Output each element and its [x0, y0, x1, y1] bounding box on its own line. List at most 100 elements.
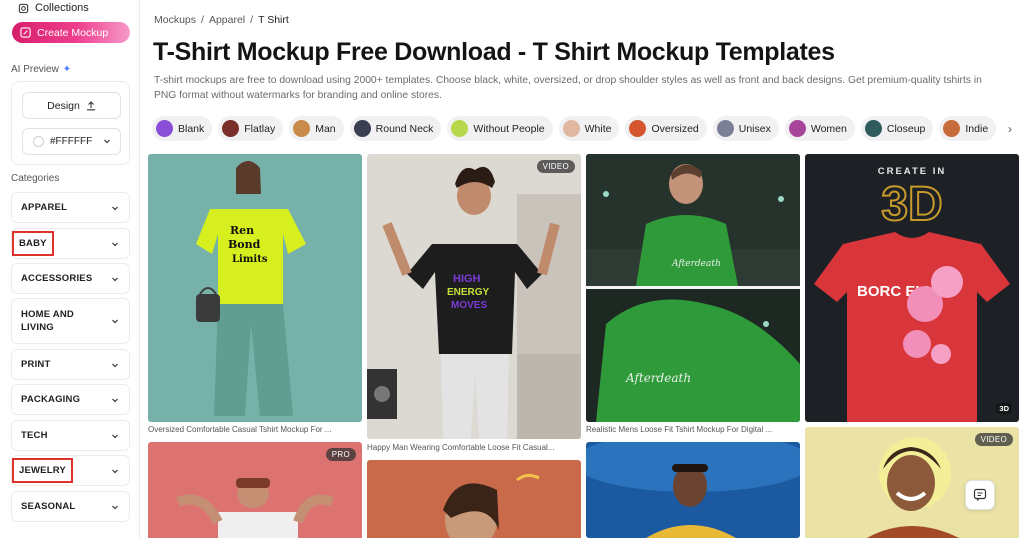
- category-label: APPAREL: [21, 202, 68, 213]
- chip-label: Closeup: [886, 122, 926, 135]
- mockup-image: CREATE IN 3D BORC ELLE: [805, 154, 1019, 422]
- chip-thumbnail: [156, 120, 173, 137]
- chip-thumbnail: [293, 120, 311, 137]
- collections-label: Collections: [35, 2, 89, 14]
- chip-women[interactable]: Women: [784, 116, 855, 141]
- chip-thumbnail: [562, 120, 580, 137]
- mockup-grid: Ren Bond Limits Oversized Comfortable Ca…: [148, 154, 1024, 538]
- filter-chips: Blank Flatlay Man Round Neck Without People W…: [152, 116, 998, 141]
- mockup-image: Afterdeath Afterdeath: [586, 154, 800, 422]
- category-item-tech[interactable]: TECH: [11, 420, 130, 451]
- chip-label: Blank: [178, 122, 205, 135]
- mockup-card[interactable]: Ren Bond Limits Oversized Comfortable Ca…: [148, 154, 362, 438]
- create-mockup-button[interactable]: Create Mockup: [12, 22, 130, 43]
- sidebar: Collections Create Mockup AI Preview ✦ D…: [0, 0, 140, 538]
- 3d-badge: 3D: [996, 403, 1012, 414]
- chip-oversized[interactable]: Oversized: [625, 116, 707, 141]
- chip-thumbnail: [788, 120, 806, 137]
- chip-closeup[interactable]: Closeup: [860, 116, 934, 141]
- mockup-card[interactable]: CREATE IN 3D BORC ELLE 3D: [805, 154, 1019, 422]
- ai-preview-heading: AI Preview ✦: [11, 64, 71, 75]
- category-label: BABY: [12, 231, 54, 256]
- chip-label: White: [584, 122, 612, 135]
- chip-label: Without People: [473, 122, 545, 135]
- video-badge: VIDEO: [974, 433, 1013, 446]
- chip-round-neck[interactable]: Round Neck: [349, 116, 442, 141]
- category-label: SEASONAL: [21, 501, 76, 512]
- category-item-home-and-living[interactable]: HOME AND LIVING: [11, 298, 130, 344]
- mockup-image: HIGH ENERGY MOVES: [367, 154, 581, 439]
- chevron-down-icon: [112, 398, 118, 402]
- breadcrumb-apparel[interactable]: Apparel: [209, 14, 245, 26]
- ai-preview-label: AI Preview: [11, 64, 59, 75]
- category-item-seasonal[interactable]: SEASONAL: [11, 491, 130, 522]
- category-item-baby[interactable]: BABY: [11, 228, 130, 259]
- mockup-card[interactable]: HIGH ENERGY MOVES VIDEO Happy Man Wearin…: [367, 154, 581, 456]
- chevron-right-icon[interactable]: ›: [1008, 122, 1012, 136]
- chip-thumbnail: [451, 120, 469, 137]
- mockup-caption: Oversized Comfortable Casual Tshirt Mock…: [148, 425, 332, 434]
- design-label: Design: [47, 99, 80, 112]
- collections-link[interactable]: Collections: [18, 0, 89, 16]
- design-upload-button[interactable]: Design: [22, 92, 121, 119]
- chip-label: Flatlay: [244, 122, 276, 135]
- category-label: PRINT: [21, 359, 51, 370]
- categories-title: Categories: [11, 173, 60, 184]
- upload-icon: [86, 100, 95, 110]
- chevron-down-icon: [112, 434, 118, 438]
- chip-label: Women: [810, 122, 847, 135]
- chip-label: Round Neck: [375, 122, 434, 135]
- chevron-down-icon: [112, 469, 118, 473]
- category-label: TECH: [21, 430, 48, 441]
- svg-text:ENERGY: ENERGY: [447, 287, 490, 298]
- category-item-print[interactable]: PRINT: [11, 349, 130, 380]
- chip-label: Oversized: [651, 122, 699, 135]
- svg-text:Afterdeath: Afterdeath: [625, 371, 691, 385]
- chip-white[interactable]: White: [558, 116, 620, 141]
- mockup-caption: Realistic Mens Loose Fit Tshirt Mockup F…: [586, 425, 773, 434]
- category-item-jewelry[interactable]: JEWELRY: [11, 455, 130, 486]
- chip-flatlay[interactable]: Flatlay: [218, 116, 284, 141]
- main-content: Mockups / Apparel / T Shirt T-Shirt Mock…: [148, 0, 1024, 538]
- category-label: HOME AND LIVING: [21, 309, 74, 333]
- breadcrumb-separator: /: [250, 14, 254, 26]
- big-3d-text: 3D: [881, 178, 942, 231]
- chip-label: Unisex: [738, 122, 771, 135]
- chip-thumbnail: [716, 120, 734, 137]
- mockup-card[interactable]: PRO: [148, 442, 362, 538]
- mockup-card[interactable]: Afterdeath Afterdeath Realistic Mens Loo…: [586, 154, 800, 438]
- mockup-image: Ren Bond Limits: [148, 154, 362, 422]
- svg-text:Afterdeath: Afterdeath: [671, 259, 721, 269]
- mockup-card[interactable]: [367, 460, 581, 538]
- chip-thumbnail: [943, 120, 961, 137]
- chip-without-people[interactable]: Without People: [447, 116, 553, 141]
- mockup-card[interactable]: [586, 442, 800, 538]
- chip-label: Indie: [965, 122, 989, 135]
- category-item-apparel[interactable]: APPAREL: [11, 192, 130, 223]
- category-item-accessories[interactable]: ACCESSORIES: [11, 263, 130, 294]
- edit-icon: [20, 27, 31, 38]
- chevron-down-icon: [112, 206, 118, 210]
- chip-unisex[interactable]: Unisex: [712, 116, 779, 141]
- ai-preview-panel: Design #FFFFFF: [11, 81, 130, 165]
- color-picker[interactable]: #FFFFFF: [22, 128, 121, 155]
- chevron-down-icon: [104, 139, 110, 144]
- category-item-packaging[interactable]: PACKAGING: [11, 384, 130, 415]
- category-label: ACCESSORIES: [21, 273, 93, 284]
- chip-thumbnail: [629, 120, 647, 137]
- page-description: T-shirt mockups are free to download usi…: [154, 75, 982, 101]
- pro-badge: PRO: [325, 448, 356, 461]
- breadcrumb-current: T Shirt: [258, 14, 289, 26]
- chevron-down-icon: [112, 319, 118, 324]
- chip-blank[interactable]: Blank: [152, 116, 213, 141]
- breadcrumb-mockups[interactable]: Mockups: [154, 14, 196, 26]
- chevron-down-icon: [112, 242, 118, 246]
- chat-icon: [973, 488, 987, 501]
- chip-indie[interactable]: Indie: [939, 116, 997, 141]
- svg-text:HIGH: HIGH: [453, 273, 481, 285]
- chip-label: Man: [315, 122, 336, 135]
- create-mockup-label: Create Mockup: [37, 26, 109, 39]
- chip-man[interactable]: Man: [289, 116, 344, 141]
- chat-support-button[interactable]: [965, 480, 995, 510]
- sparkle-icon: ✦: [62, 64, 72, 75]
